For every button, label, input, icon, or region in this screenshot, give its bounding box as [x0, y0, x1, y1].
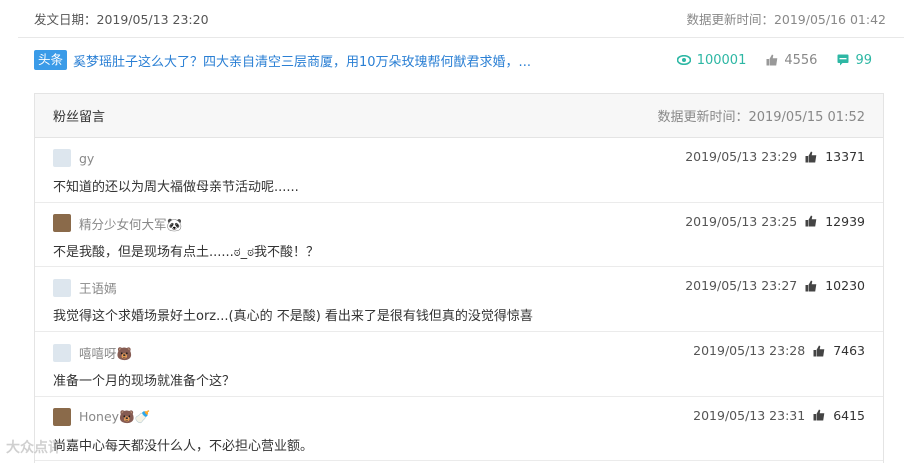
comment-time: 2019/05/13 23:31: [693, 407, 806, 423]
article-row[interactable]: 头条 奚梦瑶肚子这么大了？四大亲自清空三层商厦，用10万朵玫瑰帮何猷君求婚，..…: [18, 38, 904, 82]
comment-item: 王语嫣 2019/05/13 23:27 10230 我觉得这个求婚场景好土or…: [35, 267, 883, 333]
panel-header: 粉丝留言 数据更新时间：2019/05/15 01:52: [35, 94, 883, 138]
comments-stat: 99: [837, 53, 872, 68]
watermark-logo: 大众点评: [6, 440, 62, 456]
avatar[interactable]: [53, 407, 71, 426]
views-stat: 100001: [676, 52, 747, 68]
comment-text: 不知道的还以为周大福做母亲节活动呢......: [53, 180, 299, 195]
comment-username[interactable]: 精分少女何大军🐼: [79, 214, 182, 233]
comment-likes: 7463: [833, 343, 865, 359]
comment-likes: 6415: [833, 407, 865, 423]
article-stats: 100001 4556 99: [663, 53, 872, 68]
likes-count: 4556: [784, 52, 818, 68]
article-headline-link[interactable]: 奚梦瑶肚子这么大了？四大亲自清空三层商厦，用10万朵玫瑰帮何猷君求婚，...: [73, 51, 531, 70]
comment-time: 2019/05/13 23:27: [685, 278, 798, 294]
eye-icon: [676, 55, 691, 65]
thumbs-up-icon: [805, 215, 817, 227]
comment-time: 2019/05/13 23:29: [685, 149, 798, 164]
comment-text: 我觉得这个求婚场景好土orz...(真心的 不是酸) 看出来了是很有钱但真的没觉…: [53, 309, 533, 325]
thumbs-up-icon: [805, 151, 817, 162]
comment-username[interactable]: Honey🐻🍼: [79, 409, 150, 425]
comment-time: 2019/05/13 23:28: [693, 343, 806, 359]
comment-username[interactable]: gy: [79, 151, 94, 166]
comment-text: 不是我酸，但是现场有点土......ಠ_ಠ我不酸！？: [53, 244, 320, 260]
comment-item: 精分少女何大军🐼 2019/05/13 23:25 12939 不是我酸，但是现…: [35, 203, 883, 268]
views-count: 100001: [696, 52, 747, 68]
data-update-time: 数据更新时间：2019/05/16 01:42: [686, 12, 886, 27]
top-info-bar: 发文日期：2019/05/13 23:20 数据更新时间：2019/05/16 …: [18, 0, 904, 38]
avatar[interactable]: [53, 278, 71, 297]
comment-icon: [837, 54, 849, 66]
headline-badge: 头条: [34, 50, 68, 70]
avatar[interactable]: [53, 149, 71, 167]
avatar[interactable]: [53, 343, 71, 362]
comment-text: 准备一个月的现场就准备个这？: [53, 374, 236, 390]
publish-date: 发文日期：2019/05/13 23:20: [34, 12, 209, 27]
thumbs-up-icon: [805, 280, 817, 292]
comment-likes: 10230: [825, 278, 865, 294]
comment-likes: 13371: [825, 149, 865, 164]
panel-update-time: 数据更新时间：2019/05/15 01:52: [657, 110, 865, 125]
comments-count: 99: [855, 52, 872, 68]
thumbs-up-icon: [813, 409, 825, 421]
comment-time: 2019/05/13 23:25: [685, 213, 798, 229]
avatar[interactable]: [53, 214, 71, 233]
comment-username[interactable]: 王语嫣: [79, 278, 117, 297]
thumbs-up-icon: [813, 345, 825, 357]
comment-username[interactable]: 嘻嘻呀🐻: [79, 343, 132, 362]
comment-item: gy 2019/05/13 23:29 13371 不知道的还以为周大福做母亲节…: [35, 138, 883, 203]
comment-likes: 12939: [825, 213, 865, 229]
thumbs-up-icon: [766, 54, 778, 66]
comment-item: Honey🐻🍼 2019/05/13 23:31 6415 尚嘉中心每天都没什么…: [35, 397, 883, 462]
likes-stat: 4556: [766, 53, 817, 68]
fan-comments-panel: 粉丝留言 数据更新时间：2019/05/15 01:52 gy 2019/05/…: [34, 93, 884, 463]
comment-text: 尚嘉中心每天都没什么人，不必担心营业额。: [53, 438, 314, 454]
panel-title: 粉丝留言: [53, 110, 106, 125]
comment-item: 嘻嘻呀🐻 2019/05/13 23:28 7463 准备一个月的现场就准备个这…: [35, 332, 883, 397]
